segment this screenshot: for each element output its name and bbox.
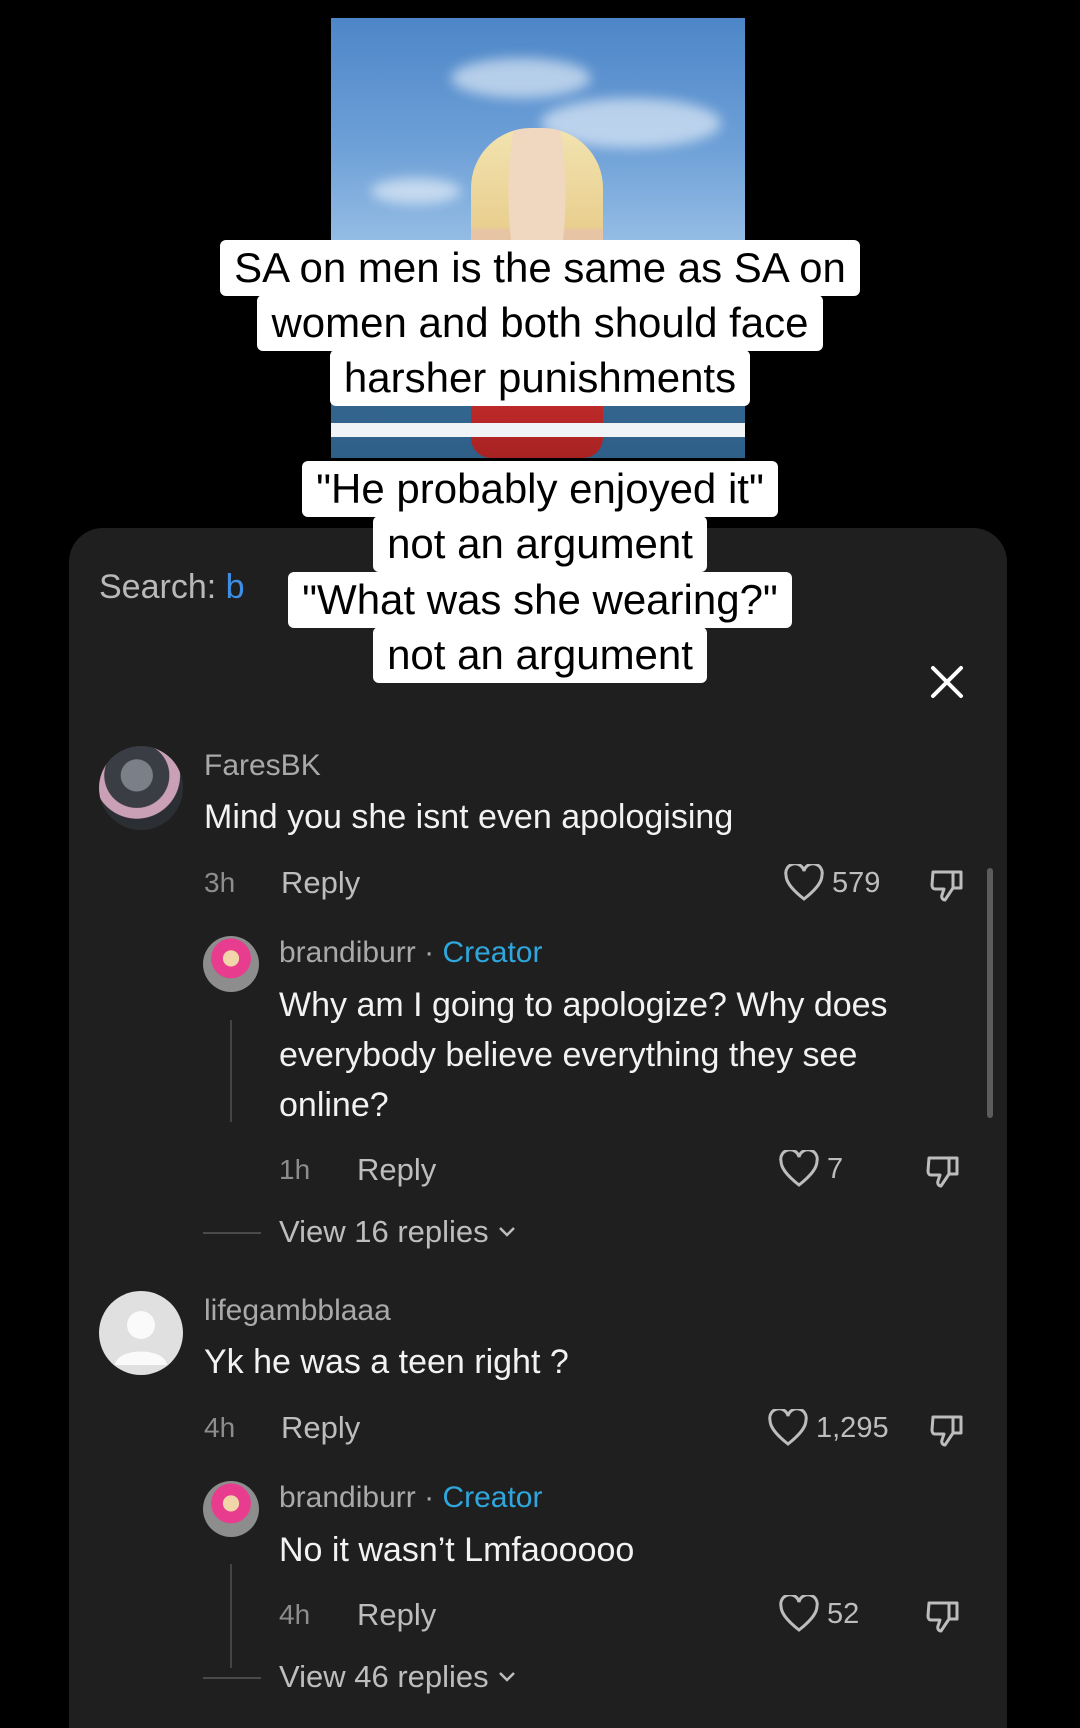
creator-badge: Creator: [442, 936, 543, 969]
view-replies-label: View 46 replies: [279, 1659, 489, 1694]
dislike-icon[interactable]: [923, 1152, 963, 1192]
like-count: 579: [832, 866, 881, 899]
heart-icon: [784, 864, 824, 901]
comment-time: 3h: [204, 867, 236, 898]
person-figure: [471, 128, 603, 458]
reply-username-text: brandiburr: [279, 936, 416, 969]
like-count: 1,295: [816, 1411, 889, 1444]
heart-icon: [768, 1409, 808, 1446]
scrollbar[interactable]: [987, 868, 993, 1118]
comment-text: Mind you she isnt even apologising: [204, 798, 734, 836]
video-thumbnail[interactable]: [331, 18, 745, 458]
comment-time: 4h: [204, 1412, 236, 1443]
heart-icon: [779, 1150, 819, 1187]
comment-username[interactable]: lifegambblaaa: [204, 1294, 391, 1328]
view-replies-button[interactable]: View 46 replies: [279, 1659, 517, 1695]
thread-line: [230, 1020, 232, 1122]
caption-line: "He probably enjoyed it": [0, 461, 1080, 517]
reply-button[interactable]: Reply: [357, 1152, 436, 1188]
creator-badge: Creator: [442, 1481, 543, 1514]
chevron-down-icon: [498, 1672, 515, 1682]
search-prefix: Search:: [99, 568, 217, 606]
search-label[interactable]: Search: b: [99, 568, 245, 607]
like-button[interactable]: 579: [784, 864, 880, 902]
comment-text: Yk he was a teen right ?: [204, 1343, 569, 1381]
comments-sheet: Search: b FaresBK Mind you she isnt even…: [69, 528, 1007, 1728]
reply-username-text: brandiburr: [279, 1481, 416, 1514]
view-replies-label: View 16 replies: [279, 1214, 489, 1249]
reply-username[interactable]: brandiburr · Creator: [279, 1481, 542, 1515]
dislike-icon[interactable]: [927, 866, 967, 906]
separator: ·: [424, 1481, 435, 1514]
reply-time: 1h: [279, 1154, 311, 1185]
reply-button[interactable]: Reply: [357, 1597, 436, 1633]
thread-line: [230, 1564, 232, 1668]
reply-text: No it wasn’t Lmfaooooo: [279, 1531, 635, 1569]
avatar[interactable]: [99, 746, 183, 830]
reply-time: 4h: [279, 1599, 311, 1630]
search-term: b: [225, 568, 245, 606]
dislike-icon[interactable]: [927, 1411, 967, 1451]
like-count: 7: [827, 1152, 844, 1185]
dislike-icon[interactable]: [923, 1597, 963, 1637]
heart-icon: [779, 1595, 819, 1632]
divider: [203, 1232, 261, 1234]
reply-text: Why am I going to apologize? Why does ev…: [279, 986, 888, 1124]
avatar[interactable]: [99, 1291, 183, 1375]
close-icon[interactable]: [925, 660, 969, 704]
reply-button[interactable]: Reply: [281, 865, 360, 901]
creator-avatar[interactable]: [203, 936, 259, 992]
creator-avatar[interactable]: [203, 1481, 259, 1537]
view-replies-button[interactable]: View 16 replies: [279, 1214, 517, 1250]
reply-username[interactable]: brandiburr · Creator: [279, 936, 542, 970]
like-button[interactable]: 52: [779, 1595, 859, 1633]
comment-username[interactable]: FaresBK: [204, 749, 321, 783]
default-avatar-icon: [115, 1311, 167, 1365]
like-button[interactable]: 7: [779, 1150, 843, 1188]
like-count: 52: [827, 1597, 860, 1630]
separator: ·: [424, 936, 435, 969]
divider: [203, 1677, 261, 1679]
chevron-down-icon: [498, 1227, 515, 1237]
like-button[interactable]: 1,295: [768, 1409, 889, 1447]
boat-railing: [331, 423, 745, 437]
reply-button[interactable]: Reply: [281, 1410, 360, 1446]
